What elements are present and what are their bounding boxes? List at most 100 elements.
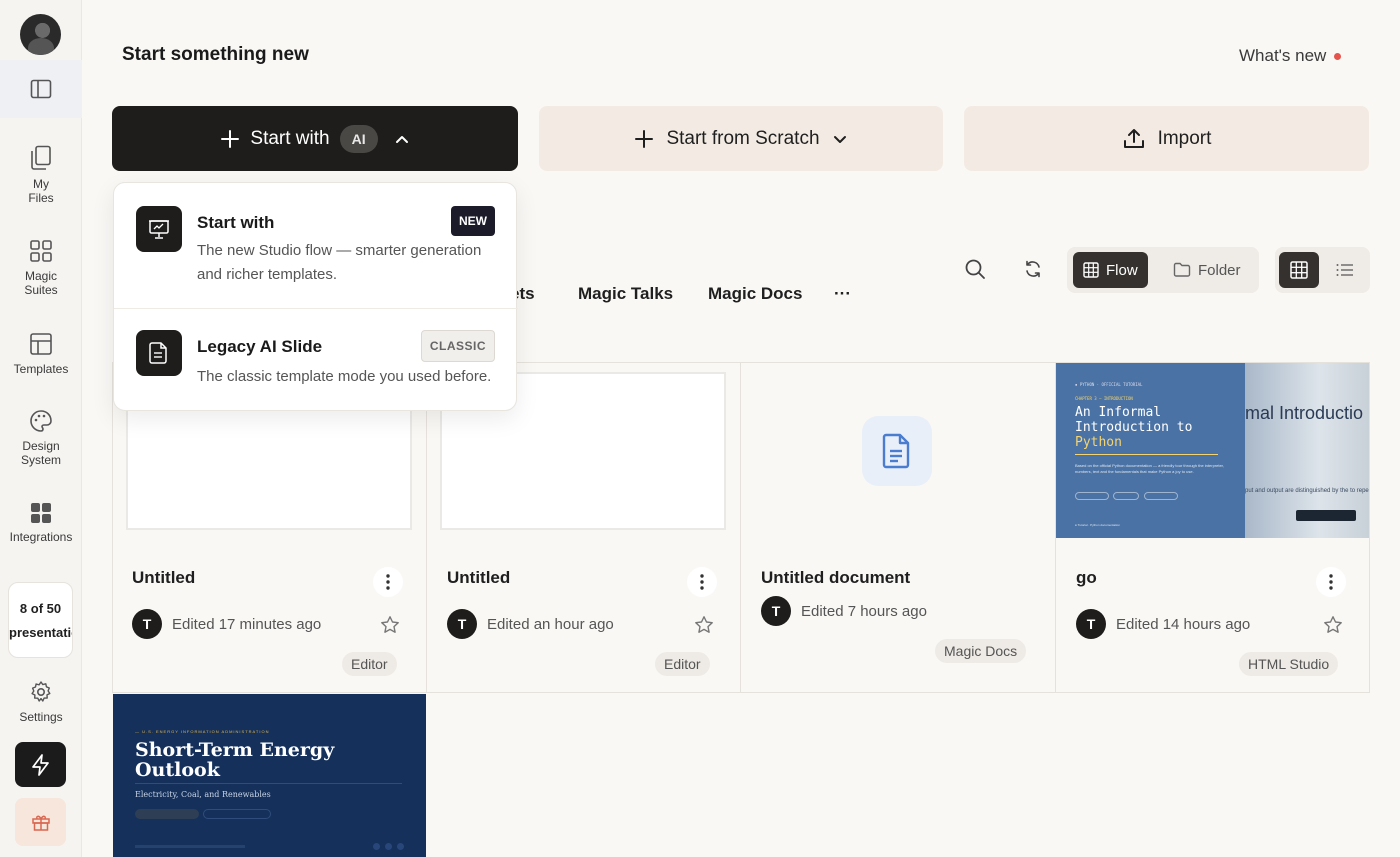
user-avatar[interactable] [20,14,61,55]
lightning-icon [31,753,49,776]
sidebar-item-label: Settings [19,710,63,724]
grid-divider [112,692,1370,693]
files-icon [31,145,51,170]
file-card[interactable]: Untitled document T Edited 7 hours ago M… [740,362,1055,692]
usage-count: 8 of 50 [19,601,62,616]
gift-icon [31,815,50,831]
owner-avatar: T [1076,609,1106,639]
start-with-ai-label: Start with [250,127,330,149]
palette-icon [30,410,52,432]
file-meta: T Edited 17 minutes ago [132,609,321,639]
tab-magic-talks[interactable]: Magic Talks [578,284,673,304]
flow-label: Flow [1106,261,1138,279]
folder-view-button[interactable]: Folder [1163,252,1251,288]
more-options-button[interactable] [373,567,403,597]
sidebar-item-templates[interactable]: Templates [0,332,82,376]
kebab-icon [700,574,704,590]
file-type-tag: HTML Studio [1239,652,1339,676]
import-button[interactable]: Import [964,106,1369,171]
chevron-up-icon [395,135,408,143]
star-icon[interactable] [1323,615,1343,635]
flow-view-button[interactable]: Flow [1073,252,1148,288]
start-from-scratch-button[interactable]: Start from Scratch [539,106,943,171]
gift-button[interactable] [15,798,66,846]
search-icon [965,259,985,279]
plus-icon [635,129,654,148]
file-type-tag: Editor [655,652,710,676]
file-meta: T Edited 14 hours ago [1076,609,1250,639]
list-view-icon [1336,264,1353,276]
dropdown-item-title: Legacy AI Slide [197,337,323,356]
scratch-label: Start from Scratch [666,127,820,149]
edited-time: Edited an hour ago [487,615,614,633]
owner-avatar: T [761,596,791,626]
more-options-button[interactable] [687,567,717,597]
presentation-icon [136,206,182,252]
more-tabs-button[interactable]: ··· [834,284,851,304]
new-badge: NEW [451,206,495,236]
file-meta: T Edited an hour ago [447,609,614,639]
dropdown-item-desc: The classic template mode you used befor… [197,368,492,385]
usage-label: presentations [9,625,72,640]
thumb-nav-dots [373,843,404,850]
dropdown-item-desc: The new Studio flow — smarter generation… [197,242,482,283]
grid-divider [1369,362,1370,692]
panel-toggle-button[interactable] [0,60,82,118]
table-icon [1083,262,1099,278]
layout-toggle [1275,247,1370,293]
list-layout-button[interactable] [1325,252,1365,288]
owner-avatar: T [132,609,162,639]
star-icon[interactable] [694,615,714,635]
sidebar-item-integrations[interactable]: Integrations [0,502,82,544]
sidebar-item-settings[interactable]: Settings [0,680,82,724]
thumb-rule [135,783,402,784]
grid-icon [30,240,52,262]
thumb-subtitle: Electricity, Coal, and Renewables [135,790,271,799]
folder-icon [1173,262,1191,277]
file-card[interactable]: go T Edited 14 hours ago HTML Studio [1055,362,1369,692]
star-icon[interactable] [380,615,400,635]
kebab-icon [386,574,390,590]
start-with-ai-dropdown: Start with NEW The new Studio flow — sma… [113,182,518,412]
integrations-icon [31,503,51,523]
template-icon [30,333,52,355]
chevron-down-icon [833,135,846,143]
dropdown-item-start-with[interactable]: Start with NEW The new Studio flow — sma… [114,183,518,308]
file-type-tag: Magic Docs [935,639,1027,663]
more-options-button[interactable] [1316,567,1346,597]
sidebar-item-my-files[interactable]: My Files [0,145,82,205]
usage-counter[interactable]: 8 of 50 presentations [8,582,73,658]
sidebar-item-label: Templates [13,362,69,376]
folder-label: Folder [1198,261,1241,279]
file-title: Untitled [132,568,196,587]
whats-new-link[interactable]: What's new [1239,46,1342,66]
thumb-chip [203,809,271,819]
grid-layout-button[interactable] [1279,252,1319,288]
file-title: Untitled document [761,568,911,587]
owner-avatar: T [447,609,477,639]
tab-magic-docs[interactable]: Magic Docs [708,284,802,304]
sidebar-item-label: Integrations [9,530,73,544]
document-thumbnail[interactable] [862,416,932,486]
upload-icon [1123,128,1144,148]
sidebar-item-magic-suites[interactable]: Magic Suites [0,239,82,297]
flow-folder-toggle: Flow Folder [1067,247,1259,293]
start-with-ai-button[interactable]: Start with AI [112,106,518,171]
dropdown-item-legacy-ai-slide[interactable]: Legacy AI Slide CLASSIC The classic temp… [114,309,518,412]
refresh-button[interactable] [1016,252,1050,286]
upgrade-button[interactable] [15,742,66,787]
plus-icon [221,129,240,148]
search-button[interactable] [958,252,992,286]
document-icon [136,330,182,376]
thumb-footer [135,845,245,848]
file-thumbnail[interactable]: — U.S. ENERGY INFORMATION ADMINISTRATION… [113,694,426,857]
sidebar-item-label: My Files [28,177,54,205]
sidebar-item-design-system[interactable]: Design System [0,409,82,467]
document-icon [882,433,910,469]
file-type-tag: Editor [342,652,397,676]
gear-icon [31,681,51,702]
ai-pill: AI [339,124,378,153]
sidebar-item-label: Design System [20,439,61,467]
sidebar: My Files Magic Suites Templates Design S… [0,0,82,857]
thumb-chip [135,809,199,819]
